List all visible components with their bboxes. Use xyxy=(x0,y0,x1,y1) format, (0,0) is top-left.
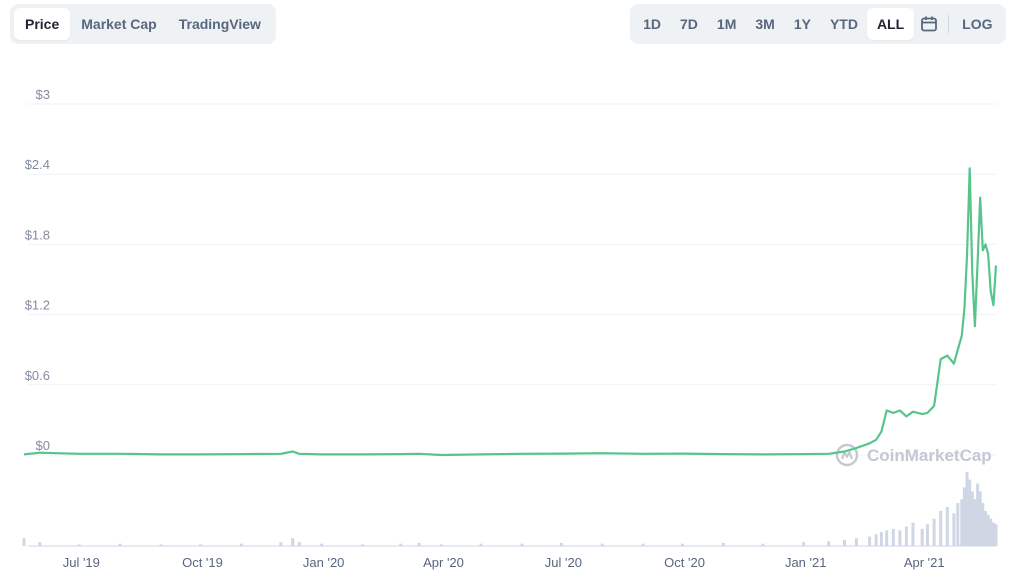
x-axis-labels: Jul '19 Oct '19 Jan '20 Apr '20 Jul '20 Oct '… xyxy=(63,555,945,570)
volume-bar xyxy=(22,538,26,546)
volume-bar xyxy=(960,499,964,546)
price-line xyxy=(23,167,998,457)
volume-bar xyxy=(932,518,936,546)
volume-bar xyxy=(956,503,960,546)
volume-bar xyxy=(898,530,902,546)
volume-bar xyxy=(827,541,831,546)
volume-bar xyxy=(854,538,858,546)
volume-bar xyxy=(868,536,872,546)
volume-bar xyxy=(38,542,42,546)
volume-bars xyxy=(22,471,998,546)
volume-bar xyxy=(991,522,995,546)
y-tick-label: $0 xyxy=(36,438,50,453)
x-tick-label: Apr '21 xyxy=(904,555,945,570)
volume-bar xyxy=(973,499,977,546)
volume-bar xyxy=(885,530,889,546)
volume-bar xyxy=(926,524,929,546)
volume-bar xyxy=(291,538,295,546)
volume-bar xyxy=(984,510,987,546)
volume-bar xyxy=(879,532,883,546)
volume-bar xyxy=(994,524,998,546)
volume-bar xyxy=(962,487,966,546)
volume-bar xyxy=(989,518,993,546)
x-tick-label: Jul '19 xyxy=(63,555,100,570)
watermark-text: CoinMarketCap xyxy=(867,446,992,465)
grid-lines xyxy=(28,103,996,456)
volume-bar xyxy=(843,539,846,546)
volume-bar xyxy=(920,528,924,546)
volume-bar xyxy=(874,534,878,546)
x-tick-label: Apr '20 xyxy=(423,555,464,570)
volume-bar xyxy=(904,526,908,546)
volume-bar xyxy=(891,528,895,546)
volume-bar xyxy=(297,542,301,546)
y-tick-label: $2.4 xyxy=(25,157,50,172)
price-chart: $0 $0.6 $1.2 $1.8 $2.4 $3 CoinMarketCap Jul '… xyxy=(22,87,998,570)
volume-bar xyxy=(945,507,949,546)
y-tick-label: $1.2 xyxy=(25,298,50,313)
volume-bar xyxy=(970,491,974,546)
volume-bar xyxy=(911,522,915,546)
x-tick-label: Jan '21 xyxy=(785,555,827,570)
y-tick-label: $0.6 xyxy=(25,368,50,383)
volume-bar xyxy=(965,471,969,546)
y-tick-label: $1.8 xyxy=(25,227,50,242)
volume-bar xyxy=(968,479,972,546)
x-tick-label: Jan '20 xyxy=(303,555,345,570)
volume-bar xyxy=(279,542,283,546)
volume-bar xyxy=(978,491,982,546)
volume-bar xyxy=(952,513,956,546)
volume-bar xyxy=(939,510,943,546)
x-tick-label: Jul '20 xyxy=(545,555,582,570)
volume-bar xyxy=(802,542,806,546)
volume-bar xyxy=(976,483,980,546)
y-tick-label: $3 xyxy=(36,87,50,102)
x-tick-label: Oct '19 xyxy=(182,555,223,570)
volume-bar xyxy=(986,514,990,546)
y-axis-labels: $0 $0.6 $1.2 $1.8 $2.4 $3 xyxy=(25,87,50,453)
x-tick-label: Oct '20 xyxy=(664,555,705,570)
volume-bar xyxy=(981,503,985,546)
